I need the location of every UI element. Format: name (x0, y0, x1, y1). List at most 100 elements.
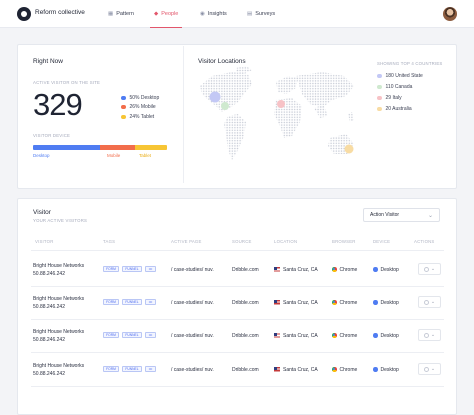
card-divider (183, 46, 184, 183)
device-text: Desktop (380, 367, 399, 373)
survey-icon: ▤ (247, 11, 253, 17)
row-actions-button[interactable]: ⌄ (418, 263, 441, 275)
us-marker[interactable] (209, 91, 221, 103)
us-flag-icon (274, 300, 280, 305)
visitor-name[interactable]: Bright House Networks (33, 296, 84, 302)
chrome-icon (332, 367, 337, 372)
country-dot (377, 106, 382, 112)
mobile-segment (100, 145, 135, 150)
us-flag-icon (274, 367, 280, 372)
nav-item-pattern[interactable]: ▦ Pattern (108, 0, 134, 28)
source: Dribble.com (232, 300, 259, 306)
right-now-title: Right Now (33, 58, 63, 65)
location: Santa Cruz, CA (274, 367, 318, 373)
visitor-device-label: VISITOR DEVICE (33, 133, 71, 138)
visitor-ip: 50.88.246.242 (33, 271, 65, 277)
column-header: TAGS (103, 239, 116, 244)
visitor-ip: 50.88.246.242 (33, 337, 65, 343)
desktop-dot-icon (373, 300, 378, 305)
location-text: Santa Cruz, CA (283, 300, 318, 306)
top-navbar: Reform collective ▦ Pattern ◆ People ◉ I… (0, 0, 474, 28)
chrome-icon (332, 267, 337, 272)
row-divider (31, 386, 444, 387)
top-countries-label: SHOWING TOP 4 COUNTRIES (377, 61, 443, 66)
country-item: 29 Italy (377, 95, 402, 101)
device: Desktop (373, 367, 399, 373)
chart-icon: ◉ (200, 11, 205, 17)
chevron-down-icon: ⌄ (430, 366, 436, 372)
column-header: ACTIVE PAGE (171, 239, 202, 244)
visitor-ip: 50.88.246.242 (33, 371, 65, 377)
chevron-down-icon: ⌄ (430, 299, 436, 305)
visitor-ip: 50.88.246.242 (33, 304, 65, 310)
chevron-down-icon: ⌄ (430, 266, 436, 272)
nav-item-label: Insights (207, 11, 227, 17)
tag-funnel[interactable]: FUNNEL (122, 266, 142, 272)
action-circle-icon (423, 332, 429, 338)
user-avatar[interactable] (443, 7, 457, 21)
canada-marker[interactable] (221, 102, 229, 110)
row-actions-button[interactable]: ⌄ (418, 329, 441, 341)
visitor-name[interactable]: Bright House Networks (33, 329, 84, 335)
tag-funnel[interactable]: FUNNEL (122, 332, 142, 338)
device-legend-item: 24% Tablet (121, 114, 154, 120)
country-label: 180 United State (385, 73, 423, 79)
location-text: Santa Cruz, CA (283, 267, 318, 273)
brand-name: Reform collective (35, 9, 85, 16)
brand-logo-icon[interactable] (17, 7, 31, 21)
source: Dribble.com (232, 267, 259, 273)
legend-label: 26% Mobile (129, 104, 156, 110)
more-tags-button[interactable]: ••• (145, 366, 156, 372)
browser: Chrome (332, 300, 357, 306)
active-page[interactable]: / case-studies/ nuv. (171, 300, 214, 306)
active-page[interactable]: / case-studies/ nuv. (171, 367, 214, 373)
world-map (200, 66, 354, 160)
nav-item-insights[interactable]: ◉ Insights (200, 0, 227, 28)
browser-text: Chrome (339, 367, 358, 373)
us-flag-icon (274, 267, 280, 272)
nav-item-surveys[interactable]: ▤ Surveys (247, 0, 275, 28)
active-page[interactable]: / case-studies/ nuv. (171, 267, 214, 273)
grid-icon: ▦ (108, 11, 114, 17)
row-actions-button[interactable]: ⌄ (418, 363, 441, 375)
tablet-segment (134, 145, 167, 150)
visitor-name[interactable]: Bright House Networks (33, 363, 84, 369)
device: Desktop (373, 333, 399, 339)
nav-item-people[interactable]: ◆ People (149, 0, 183, 28)
australia-marker[interactable] (344, 144, 354, 154)
tag-funnel[interactable]: FUNNEL (122, 366, 142, 372)
browser-text: Chrome (339, 267, 358, 273)
tag-form[interactable]: FORM (103, 366, 119, 372)
browser-text: Chrome (339, 300, 358, 306)
column-header: LOCATION (274, 239, 298, 244)
row-actions-button[interactable]: ⌄ (418, 296, 441, 308)
more-tags-button[interactable]: ••• (145, 299, 156, 305)
italy-marker[interactable] (277, 100, 285, 108)
tablet-bar-label: Tablet (139, 153, 152, 158)
tag-form[interactable]: FORM (103, 266, 119, 272)
chrome-icon (332, 300, 337, 305)
active-page[interactable]: / case-studies/ nuv. (171, 333, 214, 339)
visitor-filter-select[interactable]: Action Visitor ⌄ (363, 208, 440, 222)
mobile-bar-label: Mobile (107, 153, 121, 158)
location-text: Santa Cruz, CA (283, 333, 318, 339)
legend-dot (121, 104, 126, 110)
visitor-name[interactable]: Bright House Networks (33, 263, 84, 269)
device-legend-item: 26% Mobile (121, 104, 156, 110)
desktop-dot-icon (373, 333, 378, 338)
tag-form[interactable]: FORM (103, 299, 119, 305)
browser: Chrome (332, 367, 357, 373)
chrome-icon (332, 333, 337, 338)
legend-dot (121, 95, 126, 101)
tag-funnel[interactable]: FUNNEL (122, 299, 142, 305)
country-dot (377, 84, 382, 90)
more-tags-button[interactable]: ••• (145, 266, 156, 272)
visitor-title: Visitor (33, 209, 51, 216)
more-tags-button[interactable]: ••• (145, 332, 156, 338)
filter-value: Action Visitor (370, 212, 400, 218)
location: Santa Cruz, CA (274, 333, 318, 339)
country-label: 110 Canada (385, 84, 413, 90)
tag-form[interactable]: FORM (103, 332, 119, 338)
desktop-segment (33, 145, 100, 150)
action-circle-icon (423, 266, 429, 272)
